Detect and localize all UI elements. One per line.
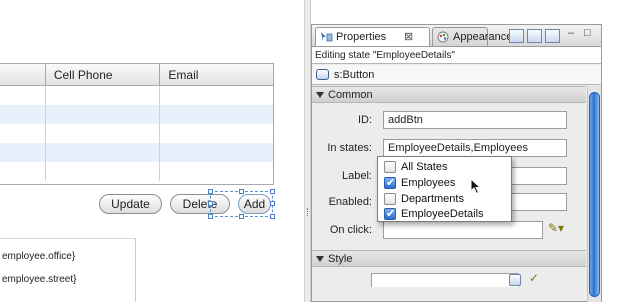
section-common-header[interactable]: Common [312, 86, 586, 103]
minimize-icon[interactable]: – [568, 27, 574, 39]
on-click-label: On click: [329, 224, 372, 236]
form-binding-text: employee.street} [2, 274, 77, 285]
button-component-icon [316, 69, 329, 80]
state-option-employeedetails[interactable]: EmployeeDetails [384, 207, 484, 222]
in-states-field[interactable] [383, 139, 567, 157]
grid-column-header[interactable] [0, 64, 46, 86]
tab-label: Properties [336, 31, 387, 43]
appearance-icon [437, 31, 449, 43]
state-option-all-states[interactable]: All States [384, 160, 447, 175]
mouse-pointer-icon [470, 178, 482, 195]
enabled-label: Enabled: [328, 196, 372, 208]
state-option-label: EmployeeDetails [401, 208, 484, 220]
resize-handle[interactable] [208, 214, 213, 219]
panel-splitter[interactable] [304, 0, 311, 302]
checkbox-checked-icon[interactable] [384, 207, 396, 221]
resize-handle[interactable] [270, 214, 275, 219]
close-icon[interactable]: ⊠ [404, 28, 413, 46]
states-dropdown[interactable]: All States Employees Departments Employe… [377, 156, 512, 222]
resize-handle[interactable] [239, 189, 244, 194]
table-row[interactable] [0, 86, 273, 105]
resize-handle[interactable] [270, 201, 275, 206]
grid-column-header-cell-phone[interactable]: Cell Phone [46, 64, 161, 86]
list-view-icon[interactable] [527, 29, 542, 43]
state-option-departments[interactable]: Departments [384, 192, 464, 207]
table-row[interactable] [0, 124, 273, 143]
state-option-label: Departments [401, 193, 464, 205]
scrollbar-thumb[interactable] [589, 92, 600, 297]
label-label: Label: [342, 170, 372, 182]
section-title: Common [328, 89, 373, 101]
table-row[interactable] [0, 105, 273, 124]
add-button-selection-box[interactable] [208, 189, 275, 219]
resize-handle[interactable] [239, 214, 244, 219]
on-click-field[interactable] [383, 221, 543, 239]
category-view-icon[interactable] [509, 29, 524, 43]
form-binding-text: employee.office} [2, 251, 76, 262]
style-field[interactable] [371, 273, 519, 287]
tab-appearance[interactable]: Appearance [432, 27, 512, 46]
checkbox-unchecked-icon[interactable] [384, 193, 396, 205]
resize-handle[interactable] [270, 189, 275, 194]
editing-state-label: Editing state "EmployeeDetails" [312, 47, 601, 64]
component-type: s:Button [312, 65, 601, 85]
panel-tab-bar: Properties ⊠ Appearance – □ [312, 25, 601, 47]
resize-handle[interactable] [208, 189, 213, 194]
splitter-grip-icon[interactable] [307, 208, 309, 216]
properties-icon [321, 32, 333, 42]
grid-column-header-email[interactable]: Email [160, 64, 273, 86]
vertical-scrollbar[interactable] [587, 86, 601, 302]
section-style-header[interactable]: Style [312, 250, 586, 267]
in-states-label: In states: [327, 142, 372, 154]
tab-properties[interactable]: Properties ⊠ [315, 27, 430, 46]
id-field[interactable] [383, 111, 567, 129]
collapse-triangle-icon[interactable] [316, 256, 324, 262]
section-title: Style [328, 253, 353, 265]
grid-header: Cell Phone Email [0, 64, 273, 86]
collapse-triangle-icon[interactable] [316, 92, 324, 98]
id-label: ID: [357, 114, 372, 126]
magic-wand-icon[interactable]: ✎▾ [548, 221, 564, 235]
grid-body [0, 86, 273, 181]
state-option-label: Employees [401, 177, 456, 189]
component-type-label: s:Button [334, 69, 375, 81]
table-row[interactable] [0, 143, 273, 162]
resize-handle[interactable] [208, 201, 213, 206]
table-row[interactable] [0, 162, 273, 181]
style-browse-icon[interactable] [509, 274, 521, 286]
design-canvas[interactable]: Cell Phone Email Update Delete Add emplo… [0, 0, 304, 302]
checkbox-checked-icon[interactable] [384, 176, 396, 190]
maximize-icon[interactable]: □ [584, 27, 591, 39]
employee-form[interactable]: employee.office} employee.street} [0, 238, 136, 302]
employee-data-grid[interactable]: Cell Phone Email [0, 63, 274, 185]
update-button[interactable]: Update [99, 194, 162, 214]
state-option-employees[interactable]: Employees [384, 176, 455, 191]
state-option-label: All States [401, 161, 448, 173]
checkbox-unchecked-icon[interactable] [384, 161, 396, 173]
tab-label: Appearance [453, 31, 513, 43]
alpha-view-icon[interactable] [545, 29, 560, 43]
checkmark-icon: ✓ [529, 271, 540, 285]
